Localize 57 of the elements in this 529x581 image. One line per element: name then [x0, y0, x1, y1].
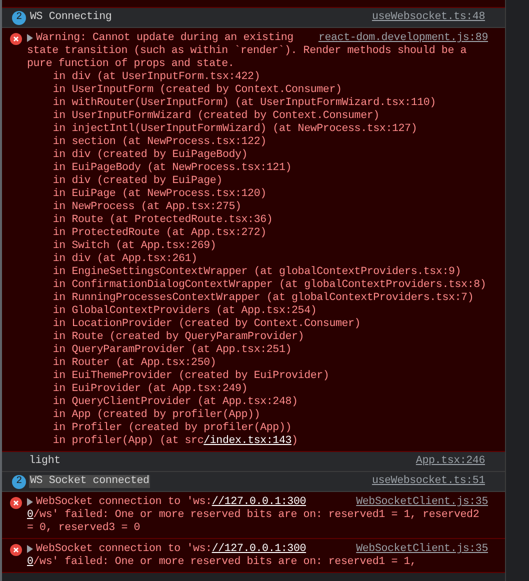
stack-line: in EngineSettingsContextWrapper (at globalContextProviders.tsx:9) [52, 266, 462, 279]
stack-line: in Route (at ProtectedRoute.tsx:36) [52, 214, 274, 227]
stack-line: in QueryClientProvider (at App.tsx:248) [52, 396, 299, 409]
stack-line: in Route (created by QueryParamProvider) [52, 331, 306, 344]
source-link[interactable]: App.tsx:246 [416, 455, 485, 468]
stack-line: in div (created by EuiPageBody) [52, 149, 249, 162]
error-message-continuation: 0/ws' failed: One or more reserved bits are on: reserved1 = 1, [27, 556, 418, 569]
stack-line: in App (created by profiler(App)) [52, 409, 262, 422]
count-badge: 2 [12, 10, 26, 24]
error-icon [10, 544, 22, 556]
stack-line: in EuiThemeProvider (created by EuiProvider) [52, 370, 330, 383]
stack-line: in withRouter(UserInputForm) (at UserInputFormWizard.tsx:110) [52, 97, 437, 110]
stack-line: in QueryParamProvider (at App.tsx:251) [52, 344, 293, 357]
source-link[interactable]: WebSocketClient.js:35 [356, 496, 488, 509]
stack-line: in div (at App.tsx:261) [52, 253, 198, 266]
stack-line: in EuiPageBody (at NewProcess.tsx:121) [52, 162, 293, 175]
source-link[interactable]: useWebsocket.ts:48 [372, 11, 485, 24]
stack-line: in GlobalContextProviders (at App.tsx:254) [52, 305, 318, 318]
error-icon [10, 33, 22, 45]
url-link[interactable]: 0 [27, 556, 34, 568]
url-link[interactable]: //127.0.0.1:300 [212, 543, 306, 556]
error-message: WebSocket connection to 'ws: [36, 496, 212, 509]
caret-icon[interactable] [27, 545, 33, 553]
stack-line: in Switch (at App.tsx:269) [52, 240, 218, 253]
stack-line: in ProtectedRoute (at App.tsx:272) [52, 227, 268, 240]
source-link[interactable]: useWebsocket.ts:51 [372, 475, 485, 488]
count-badge: 2 [12, 474, 26, 488]
stack-line: in Router (at App.tsx:250) [52, 357, 218, 370]
url-link[interactable]: /index.tsx:143 [204, 435, 292, 447]
source-link[interactable]: WebSocketClient.js:35 [356, 543, 488, 556]
stack-line: in RunningProcessesContextWrapper (at globalContextProviders.tsx:7) [52, 292, 475, 305]
caret-icon[interactable] [27, 498, 33, 506]
stack-line: in Profiler (created by profiler(App)) [52, 422, 293, 435]
group-title[interactable]: WS Connecting [29, 11, 113, 24]
group-title[interactable]: WS Socket connected [29, 475, 150, 488]
error-message: Warning: Cannot update during an existing [36, 32, 294, 45]
stack-line: in injectIntl(UserInputFormWizard) (at NewProcess.tsx:127) [52, 123, 418, 136]
stack-line: in section (at NewProcess.tsx:122) [52, 136, 268, 149]
stack-line: in profiler(App) (at src/index.tsx:143) [52, 435, 299, 448]
stack-line: in EuiPage (at NewProcess.tsx:120) [52, 188, 268, 201]
stack-line: in ConfirmationDialogContextWrapper (at globalContextProviders.tsx:8) [52, 279, 488, 292]
log-message: light [29, 455, 60, 468]
stack-line: in EuiProvider (at App.tsx:249) [52, 383, 249, 396]
caret-icon[interactable] [27, 34, 33, 42]
error-message-continuation: 0/ws' failed: One or more reserved bits are on: reserved1 = 1, reserved2 = 0, reserved3 = 0 [27, 509, 480, 535]
error-message: WebSocket connection to 'ws: [36, 543, 212, 556]
stack-line: in NewProcess (at App.tsx:275) [52, 201, 242, 214]
stack-line: in div (at UserInputForm.tsx:422) [52, 71, 262, 84]
error-message-continuation: state transition (such as within `render`). Render methods should be a pure function of props and state. [27, 45, 468, 71]
stack-line: in UserInputForm (created by Context.Consumer) [52, 84, 343, 97]
source-link[interactable]: react-dom.development.js:89 [318, 32, 488, 45]
stack-line: in div (created by EuiPage) [52, 175, 224, 188]
url-link[interactable]: //127.0.0.1:300 [212, 496, 306, 509]
stack-line: in LocationProvider (created by Context.Consumer) [52, 318, 362, 331]
stack-line: in UserInputFormWizard (created by Context.Consumer) [52, 110, 380, 123]
error-icon [10, 497, 22, 509]
url-link[interactable]: 0 [27, 509, 34, 521]
